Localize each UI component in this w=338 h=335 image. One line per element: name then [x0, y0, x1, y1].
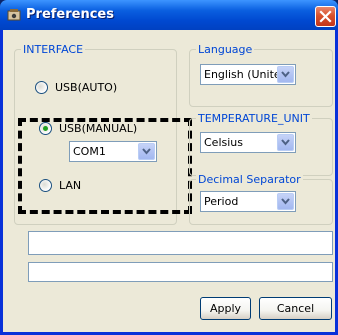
decimal-separator-select[interactable]: Period — [200, 191, 296, 212]
interface-group: INTERFACE — [14, 43, 177, 225]
status-field-1[interactable] — [28, 231, 333, 255]
close-button[interactable] — [315, 6, 336, 27]
decimal-separator-legend: Decimal Separator — [196, 173, 303, 186]
title-bar[interactable]: Preferences — [0, 0, 338, 30]
language-group-legend: Language — [196, 43, 255, 56]
chevron-down-icon — [281, 71, 290, 78]
port-select[interactable]: COM1 — [69, 141, 157, 162]
cancel-button[interactable]: Cancel — [259, 297, 332, 320]
chevron-down-icon — [281, 139, 290, 146]
window-frame-left — [0, 30, 3, 335]
usb-manual-radio[interactable]: USB(MANUAL) — [39, 122, 137, 135]
apply-button[interactable]: Apply — [200, 297, 251, 320]
radio-unselected-icon — [39, 179, 52, 192]
temperature-unit-value: Celsius — [204, 136, 243, 149]
temperature-dropdown-button[interactable] — [277, 134, 294, 151]
dialog-client-area: INTERFACE USB(AUTO) USB(MANUAL) COM1 LAN… — [3, 30, 335, 332]
chevron-down-icon — [142, 148, 151, 155]
radio-selected-icon — [39, 122, 52, 135]
lan-radio[interactable]: LAN — [39, 179, 81, 192]
port-select-value: COM1 — [73, 145, 106, 158]
decimal-dropdown-button[interactable] — [277, 193, 294, 210]
language-select-value: English (United — [204, 68, 278, 81]
preferences-window: Preferences INTERFACE USB(AUTO) USB(MANU… — [0, 0, 338, 335]
usb-auto-radio[interactable]: USB(AUTO) — [35, 81, 117, 94]
radio-unselected-icon — [35, 81, 48, 94]
usb-auto-label: USB(AUTO) — [55, 81, 118, 94]
chevron-down-icon — [281, 198, 290, 205]
status-field-2[interactable] — [28, 262, 333, 282]
window-title: Preferences — [26, 7, 114, 22]
language-select[interactable]: English (United — [200, 64, 296, 85]
close-x-icon — [319, 10, 332, 23]
decimal-separator-value: Period — [204, 195, 239, 208]
language-dropdown-button[interactable] — [277, 66, 294, 83]
interface-group-legend: INTERFACE — [21, 43, 86, 56]
temperature-unit-legend: TEMPERATURE_UNIT — [196, 112, 312, 125]
usb-manual-label: USB(MANUAL) — [59, 122, 138, 135]
temperature-unit-select[interactable]: Celsius — [200, 132, 296, 153]
app-icon — [7, 9, 21, 21]
port-dropdown-button[interactable] — [138, 143, 155, 160]
lan-label: LAN — [59, 179, 82, 192]
